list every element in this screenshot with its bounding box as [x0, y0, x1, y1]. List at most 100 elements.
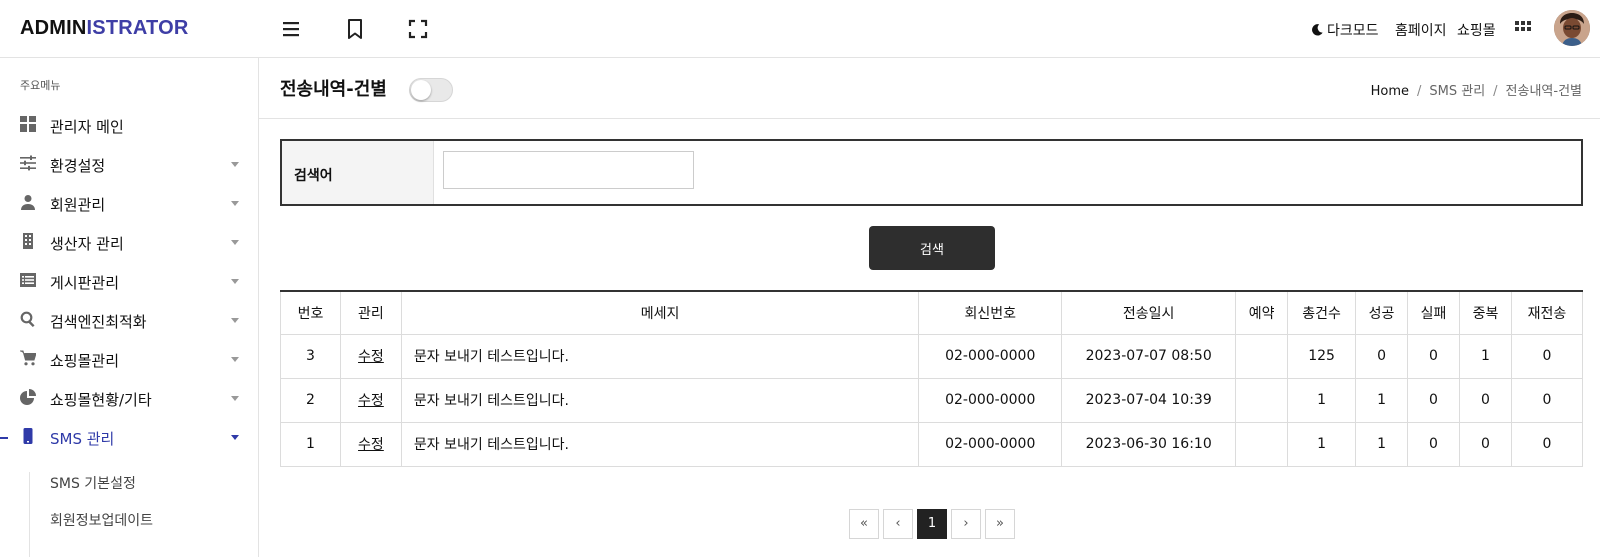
sidebar-item-label: SMS 관리 — [50, 430, 115, 448]
logo[interactable]: ADMINISTRATOR — [20, 17, 189, 40]
cell-duplicate: 0 — [1459, 377, 1512, 423]
cell-reserved — [1235, 377, 1289, 423]
table-header-row: 번호 관리 메세지 회신번호 전송일시 예약 총건수 성공 실패 중복 재전송 — [280, 290, 1584, 335]
page-toggle-switch[interactable] — [409, 78, 453, 102]
cell-reserved — [1235, 421, 1289, 467]
search-input[interactable] — [443, 151, 694, 189]
cell-action: 수정 — [339, 421, 402, 467]
chevron-down-icon — [231, 318, 239, 323]
list-icon — [20, 272, 38, 290]
sidebar-item-members[interactable]: 회원관리 — [0, 186, 259, 222]
sidebar-item-seo[interactable]: 검색엔진최적화 — [0, 303, 259, 339]
cell-total: 1 — [1287, 421, 1357, 467]
chevron-down-icon — [231, 396, 239, 401]
active-indicator — [0, 437, 8, 439]
column-header: 메세지 — [400, 290, 920, 335]
cell-sent-at: 2023-07-07 08:50 — [1061, 333, 1237, 379]
column-header: 중복 — [1459, 290, 1512, 335]
menu-icon[interactable] — [279, 17, 303, 41]
edit-link[interactable]: 수정 — [358, 349, 384, 365]
sidebar-item-label: 환경설정 — [50, 157, 106, 175]
avatar[interactable] — [1554, 10, 1590, 46]
column-header: 전송일시 — [1061, 290, 1237, 335]
cell-fail: 0 — [1407, 421, 1460, 467]
dark-mode-label: 다크모드 — [1327, 23, 1379, 39]
search-panel: 검색어 — [280, 139, 1583, 206]
column-header: 관리 — [339, 290, 402, 335]
sidebar-item-label: 쇼핑몰현황/기타 — [50, 391, 152, 409]
sidebar-item-shop-status[interactable]: 쇼핑몰현황/기타 — [0, 381, 259, 417]
cell-fail: 0 — [1407, 333, 1460, 379]
sidebar-item-label: 생산자 관리 — [50, 235, 124, 253]
edit-link[interactable]: 수정 — [358, 437, 384, 453]
apps-grid-icon[interactable] — [1515, 21, 1531, 41]
sliders-icon — [20, 155, 38, 173]
sidebar-item-producers[interactable]: 생산자 관리 — [0, 225, 259, 261]
sidebar-item-settings[interactable]: 환경설정 — [0, 147, 259, 183]
table-row: 2 수정 문자 보내기 테스트입니다. 02-000-0000 2023-07-… — [280, 377, 1584, 423]
cell-total: 125 — [1287, 333, 1357, 379]
cell-resend: 0 — [1510, 333, 1584, 379]
sidebar-item-label: 회원관리 — [50, 196, 106, 214]
cell-resend: 0 — [1510, 421, 1584, 467]
cell-reply-number: 02-000-0000 — [918, 333, 1063, 379]
breadcrumb: Home / SMS 관리 / 전송내역-건별 — [1370, 84, 1582, 99]
fullscreen-icon[interactable] — [406, 17, 430, 41]
page-button-current[interactable]: 1 — [917, 509, 947, 539]
column-header: 예약 — [1235, 290, 1289, 335]
homepage-link[interactable]: 홈페이지 — [1395, 20, 1447, 40]
chevron-down-icon — [231, 357, 239, 362]
search-label-cell: 검색어 — [282, 141, 434, 204]
breadcrumb-sms[interactable]: SMS 관리 — [1429, 84, 1485, 99]
sidebar-item-sms[interactable]: SMS 관리 — [0, 420, 259, 456]
edit-link[interactable]: 수정 — [358, 393, 384, 409]
column-header: 실패 — [1407, 290, 1460, 335]
prev-page-button[interactable]: ‹ — [883, 509, 913, 539]
shop-link[interactable]: 쇼핑몰 — [1457, 20, 1496, 40]
sms-history-table: 번호 관리 메세지 회신번호 전송일시 예약 총건수 성공 실패 중복 재전송 … — [280, 290, 1584, 467]
cell-success: 1 — [1355, 377, 1409, 423]
search-label: 검색어 — [294, 168, 333, 184]
submenu-item-sms-basic-settings[interactable]: SMS 기본설정 — [50, 473, 136, 493]
logo-part-istrator: ISTRATOR — [86, 17, 189, 39]
sidebar-item-shop[interactable]: 쇼핑몰관리 — [0, 342, 259, 378]
submenu-item-member-info-update[interactable]: 회원정보업데이트 — [50, 510, 153, 530]
search-button[interactable]: 검색 — [869, 226, 995, 270]
pie-chart-icon — [20, 389, 38, 407]
cell-message: 문자 보내기 테스트입니다. — [400, 421, 920, 467]
column-header: 성공 — [1355, 290, 1409, 335]
last-page-button[interactable]: » — [985, 509, 1015, 539]
first-page-button[interactable]: « — [849, 509, 879, 539]
page-title: 전송내역-건별 — [280, 79, 387, 100]
sidebar-item-label: 관리자 메인 — [50, 118, 124, 136]
chevron-down-icon — [231, 435, 239, 440]
table-row: 1 수정 문자 보내기 테스트입니다. 02-000-0000 2023-06-… — [280, 421, 1584, 467]
cell-reserved — [1235, 333, 1289, 379]
dashboard-icon — [20, 116, 38, 134]
cell-duplicate: 0 — [1459, 421, 1512, 467]
sidebar-item-label: 쇼핑몰관리 — [50, 352, 120, 370]
chevron-down-icon — [231, 240, 239, 245]
sidebar-item-boards[interactable]: 게시판관리 — [0, 264, 259, 300]
dark-mode-toggle[interactable]: 다크모드 — [1310, 20, 1379, 40]
chevron-down-icon — [231, 162, 239, 167]
bookmark-icon[interactable] — [343, 17, 367, 41]
chevron-down-icon — [231, 279, 239, 284]
column-header: 총건수 — [1287, 290, 1357, 335]
toggle-knob — [411, 80, 431, 100]
sidebar-item-admin-main[interactable]: 관리자 메인 — [0, 108, 259, 144]
next-page-button[interactable]: › — [951, 509, 981, 539]
moon-icon — [1312, 24, 1323, 36]
cell-no: 3 — [280, 333, 341, 379]
submenu-line — [29, 472, 30, 557]
logo-part-admin: ADMIN — [20, 17, 87, 39]
cell-no: 1 — [280, 421, 341, 467]
breadcrumb-home[interactable]: Home — [1371, 84, 1409, 99]
cell-sent-at: 2023-07-04 10:39 — [1061, 377, 1237, 423]
sidebar-item-label: 검색엔진최적화 — [50, 313, 147, 331]
top-bar: ADMINISTRATOR 다크모드 홈페이지 쇼핑몰 — [0, 0, 1600, 58]
cell-resend: 0 — [1510, 377, 1584, 423]
column-header: 번호 — [280, 290, 341, 335]
cell-action: 수정 — [339, 333, 402, 379]
sidebar: 주요메뉴 관리자 메인 환경설정 회원관리 생산자 관리 게시판관리 검색엔진최… — [0, 58, 259, 557]
